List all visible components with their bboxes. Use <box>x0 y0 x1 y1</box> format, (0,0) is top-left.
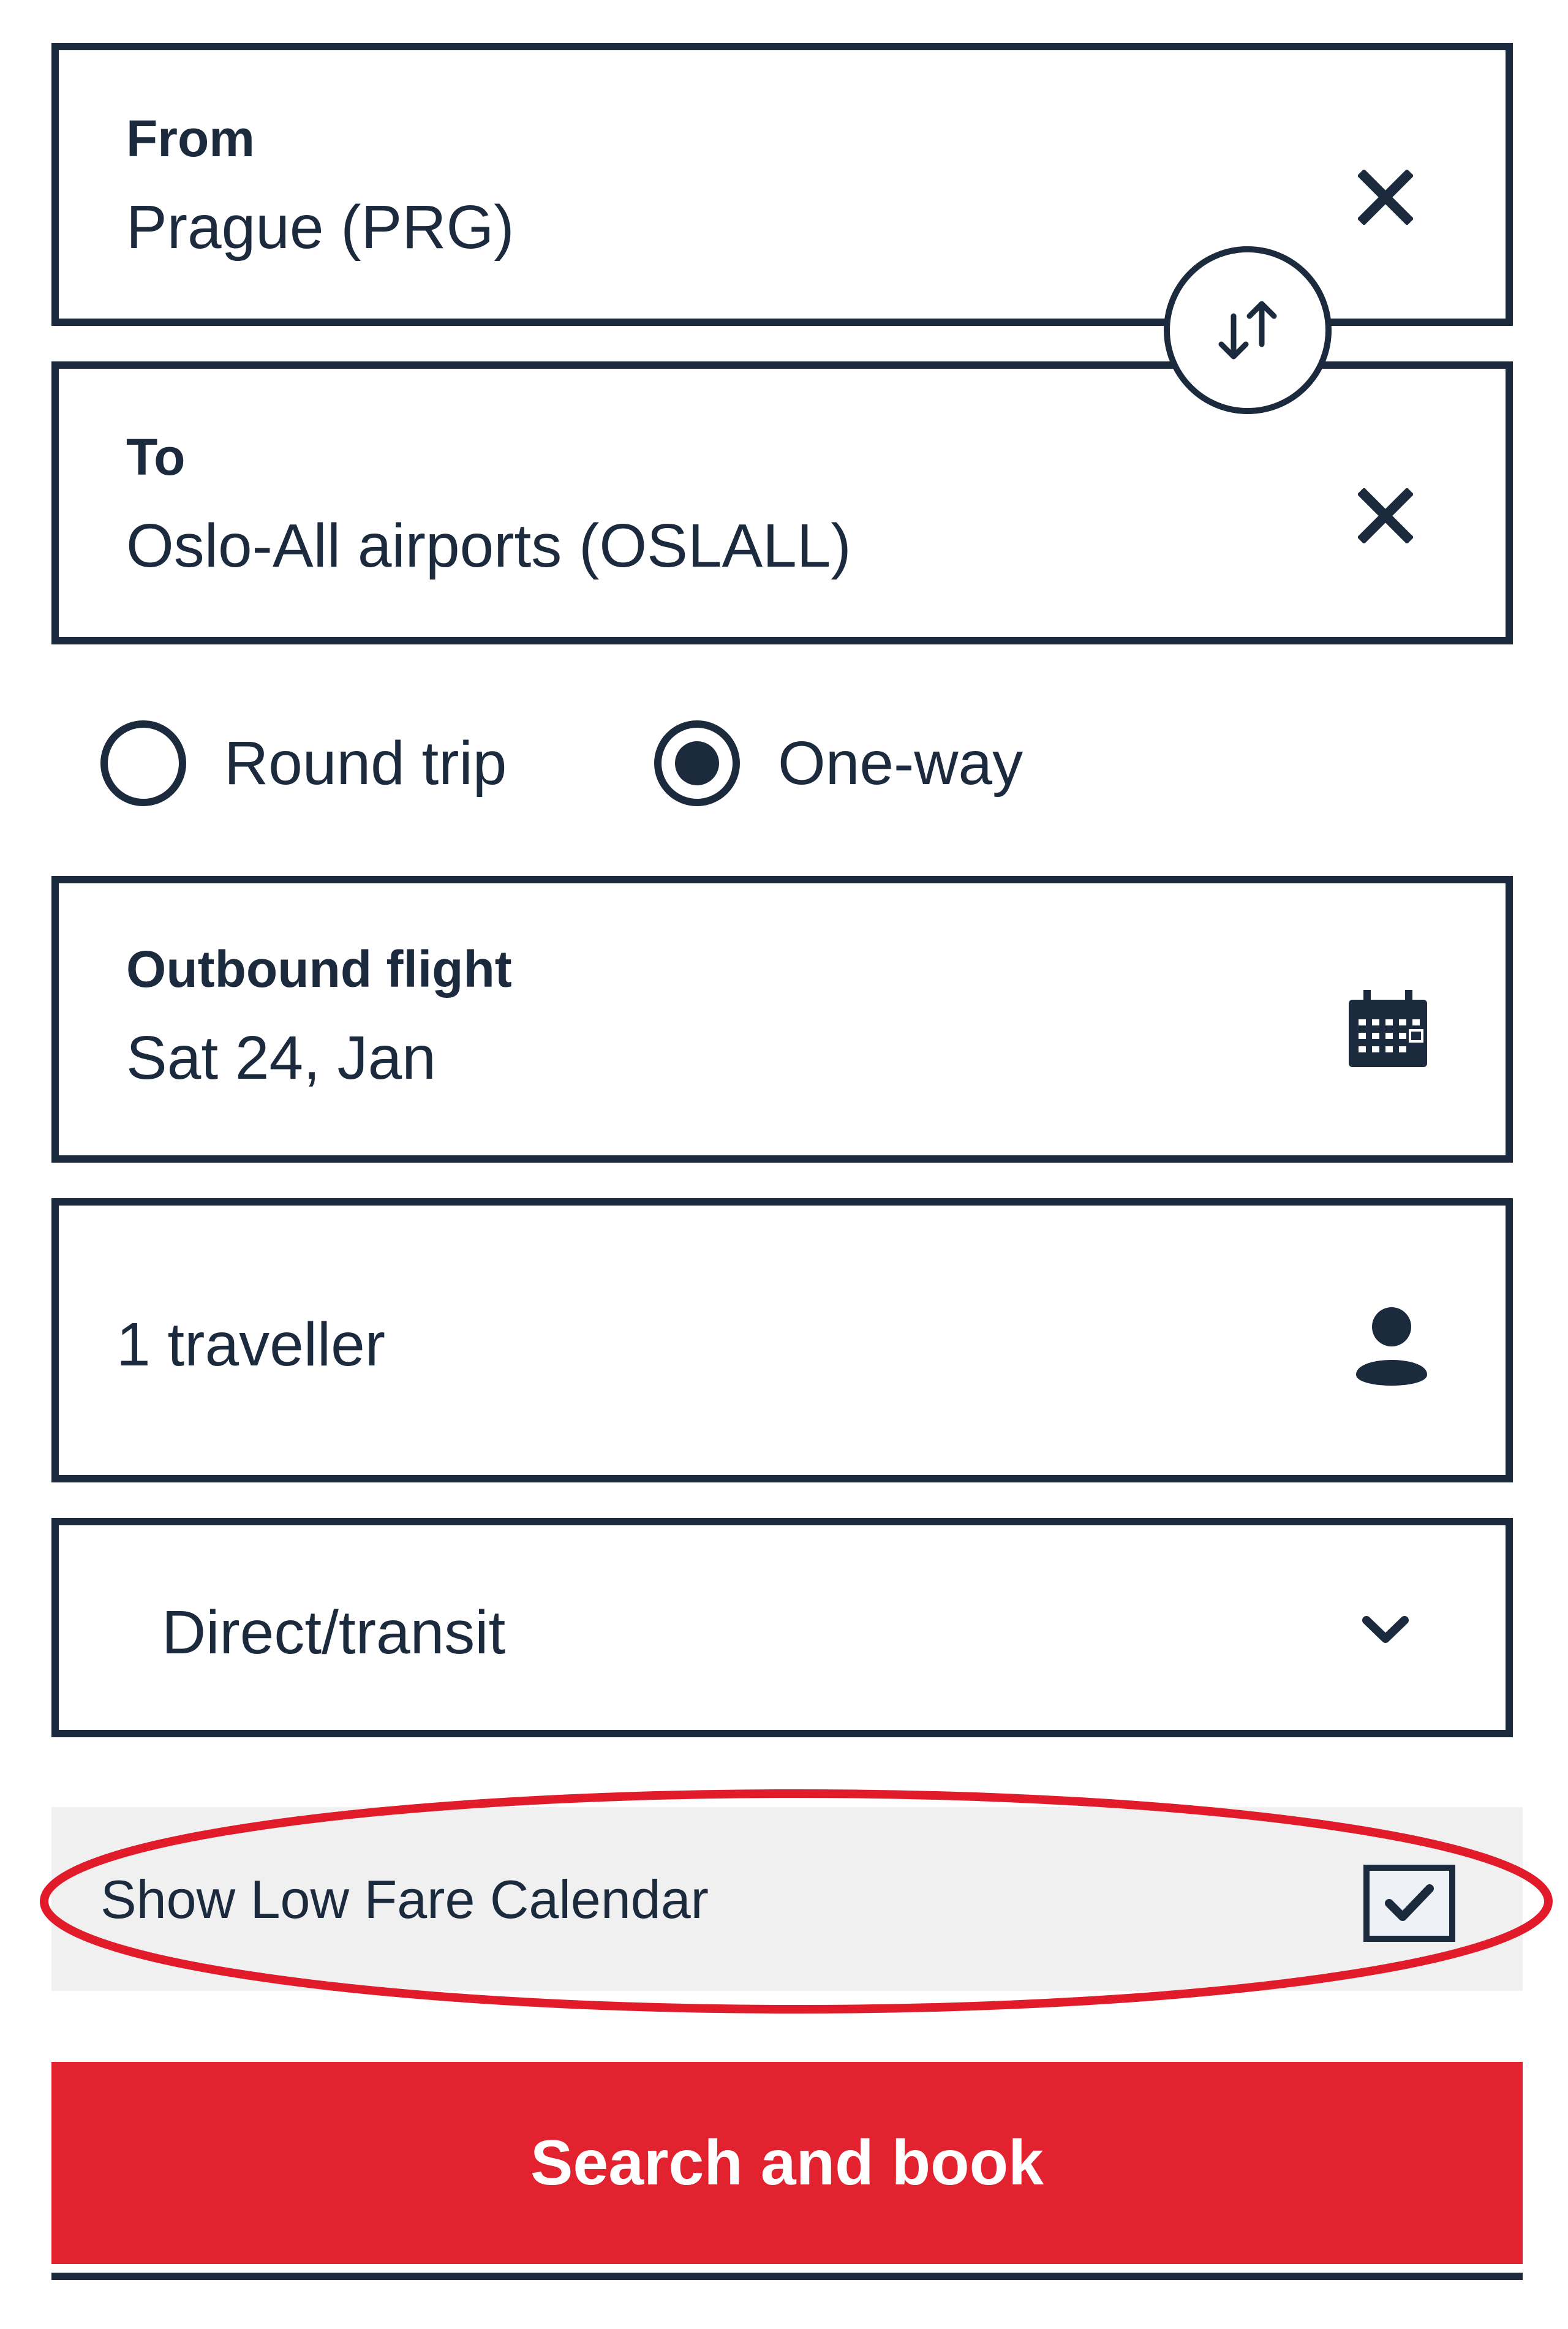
close-icon[interactable] <box>1349 160 1422 234</box>
travellers-field[interactable]: 1 traveller <box>51 1198 1513 1482</box>
person-icon <box>1349 1300 1434 1392</box>
radio-one-way-circle[interactable] <box>654 720 740 806</box>
bottom-divider <box>51 2273 1523 2280</box>
radio-one-way[interactable]: One-way <box>654 720 1023 806</box>
chevron-down-icon[interactable] <box>1355 1599 1416 1660</box>
outbound-date-field[interactable]: Outbound flight Sat 24, Jan <box>51 876 1513 1163</box>
to-label: To <box>126 428 186 486</box>
from-value: Prague (PRG) <box>126 193 514 262</box>
calendar-icon[interactable] <box>1345 985 1431 1071</box>
low-fare-calendar-row[interactable]: Show Low Fare Calendar <box>51 1807 1523 1991</box>
to-field[interactable]: To Oslo-All airports (OSLALL) <box>51 361 1513 644</box>
outbound-value: Sat 24, Jan <box>126 1024 436 1092</box>
low-fare-calendar-label: Show Low Fare Calendar <box>100 1869 709 1930</box>
radio-one-way-label: One-way <box>778 728 1023 798</box>
low-fare-calendar-checkbox[interactable] <box>1363 1865 1455 1942</box>
travellers-value: 1 traveller <box>116 1310 386 1379</box>
stops-select[interactable]: Direct/transit <box>51 1518 1513 1737</box>
from-label: From <box>126 110 255 167</box>
swap-button[interactable] <box>1164 246 1332 414</box>
radio-selected-dot <box>675 741 719 785</box>
search-and-book-button[interactable]: Search and book <box>51 2062 1523 2264</box>
to-value: Oslo-All airports (OSLALL) <box>126 511 851 580</box>
radio-round-trip-circle[interactable] <box>100 720 186 806</box>
checkmark-icon <box>1385 1884 1434 1921</box>
outbound-label: Outbound flight <box>126 940 512 998</box>
stops-value: Direct/transit <box>162 1598 506 1667</box>
radio-round-trip-label: Round trip <box>224 728 507 798</box>
close-icon[interactable] <box>1349 479 1422 553</box>
radio-round-trip[interactable]: Round trip <box>100 720 507 806</box>
swap-arrows-icon <box>1218 301 1277 360</box>
search-and-book-label: Search and book <box>530 2127 1044 2199</box>
